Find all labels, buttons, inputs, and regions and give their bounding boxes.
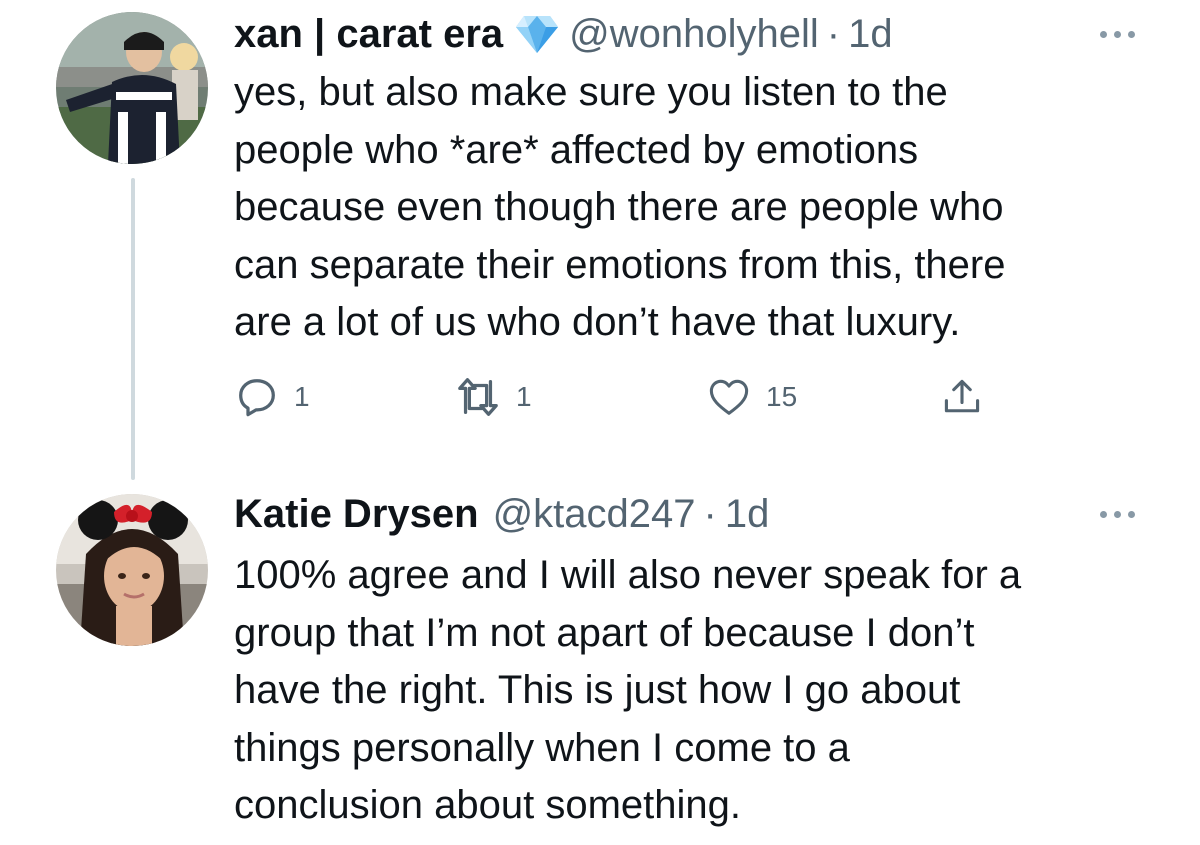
tweet-text-line: can separate their emotions from this, t…	[234, 242, 1006, 287]
like-count: 15	[766, 381, 798, 412]
avatar[interactable]	[56, 494, 208, 646]
tweet-text-line: 100% agree and I will also never speak f…	[234, 553, 1022, 597]
share-button[interactable]	[940, 372, 984, 422]
tweet-text-line: people who *are* affected by emotions	[234, 127, 919, 172]
timestamp[interactable]: 1d	[848, 10, 893, 58]
handle[interactable]: @ktacd247	[493, 490, 696, 538]
thread-connector	[131, 178, 135, 480]
tweet-text-line: group that I’m not apart of because I do…	[234, 610, 975, 655]
tweet-body: 100% agree and I will also never speak f…	[234, 547, 1154, 835]
share-icon	[944, 379, 980, 413]
display-name[interactable]: Katie Drysen	[234, 490, 479, 538]
tweet-actions: 1 1 15	[234, 372, 1134, 422]
reply-count: 1	[294, 381, 310, 412]
tweet-text-line: because even though there are people who	[234, 185, 1004, 229]
retweet-icon	[458, 378, 498, 416]
tweet-body: yes, but also make sure you listen to th…	[234, 64, 1154, 352]
tweet-text-line: have the right. This is just how I go ab…	[234, 668, 961, 712]
tweet-text-line: conclusion about something.	[234, 783, 741, 827]
retweet-button[interactable]: 1	[454, 372, 532, 422]
gem-stone-icon	[515, 14, 559, 54]
tweet-text-line: things personally when I come to a	[234, 725, 850, 770]
tweet-header: Katie Drysen @ktacd247 · 1d	[234, 490, 769, 538]
like-icon	[709, 379, 749, 415]
reply-icon	[239, 379, 275, 417]
tweet-text-line: are a lot of us who don’t have that luxu…	[234, 300, 961, 344]
tweet-text-line: yes, but also make sure you listen to th…	[234, 70, 948, 114]
timestamp[interactable]: 1d	[725, 490, 770, 538]
reply-thread: xan | carat era @wonholyhell · 1d yes, b…	[0, 0, 1200, 845]
like-button[interactable]: 15	[706, 372, 797, 422]
more-icon[interactable]	[1098, 28, 1138, 40]
tweet-header: xan | carat era @wonholyhell · 1d	[234, 10, 893, 58]
more-icon[interactable]	[1098, 508, 1138, 520]
retweet-count: 1	[516, 381, 532, 412]
display-name[interactable]: xan | carat era	[234, 10, 503, 58]
avatar[interactable]	[56, 12, 208, 164]
separator-dot: ·	[703, 492, 717, 536]
handle[interactable]: @wonholyhell	[569, 10, 819, 58]
separator-dot: ·	[826, 12, 841, 56]
reply-button[interactable]: 1	[234, 372, 310, 422]
